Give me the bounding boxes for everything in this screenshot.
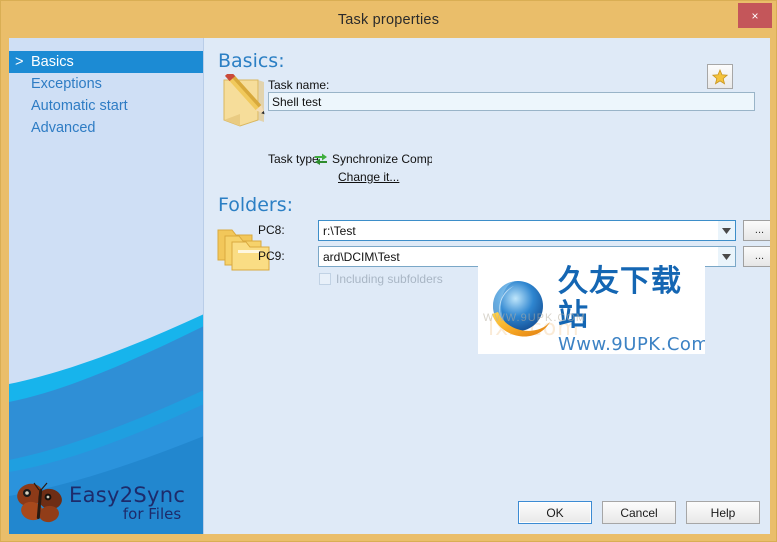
help-button[interactable]: Help: [686, 501, 760, 524]
include-subfolders-checkbox[interactable]: Including subfolders: [319, 272, 443, 286]
logo-name: Easy2Sync: [69, 482, 186, 507]
sidebar-item-label: Advanced: [31, 120, 96, 136]
sidebar-item-label: Basics: [31, 54, 74, 70]
sidebar-nav: > Basics Exceptions Automatic start Advan…: [9, 38, 203, 139]
folder-computer-label: PC8:: [258, 223, 285, 237]
star-icon: [712, 68, 728, 85]
change-task-type-link[interactable]: Change it...: [338, 170, 399, 184]
include-subfolders-label: Including subfolders: [336, 272, 443, 286]
sidebar: > Basics Exceptions Automatic start Advan…: [9, 38, 204, 534]
task-type-value: Synchronize Computer 1 (PC8: [332, 152, 432, 166]
folder-path-combobox[interactable]: [318, 220, 736, 241]
folder-path-input[interactable]: [319, 222, 718, 239]
close-icon[interactable]: ×: [738, 3, 772, 28]
notepad-pencil-icon: [223, 74, 265, 127]
task-properties-dialog: Task properties × > Basics Exceptions Au…: [0, 0, 777, 542]
folder-computer-label: PC9:: [258, 249, 285, 263]
sidebar-item-label: Automatic start: [31, 98, 128, 114]
basics-section-title: Basics:: [218, 50, 285, 72]
watermark-url-text: Www.9UPK.Com: [558, 333, 705, 355]
dialog-button-bar: OK Cancel Help: [518, 501, 760, 524]
folder-path-combobox[interactable]: [318, 246, 736, 267]
sidebar-item-automatic-start[interactable]: Automatic start: [9, 95, 203, 117]
sidebar-item-exceptions[interactable]: Exceptions: [9, 73, 203, 95]
task-name-input[interactable]: [268, 92, 755, 111]
browse-folder-button[interactable]: ...: [743, 246, 770, 267]
chevron-down-icon[interactable]: [718, 247, 735, 266]
sidebar-item-basics[interactable]: > Basics: [9, 51, 203, 73]
app-logo: Easy2Sync for Files: [9, 472, 203, 534]
logo-tagline: for Files: [122, 504, 182, 523]
butterfly-icon: [17, 482, 62, 523]
sidebar-item-label: Exceptions: [31, 76, 102, 92]
checkbox-icon: [319, 273, 331, 285]
dialog-body: > Basics Exceptions Automatic start Advan…: [9, 38, 770, 534]
watermark-side-text: WWW.9UPK.COM: [483, 312, 587, 324]
cancel-button[interactable]: Cancel: [602, 501, 676, 524]
folders-section-title: Folders:: [218, 194, 294, 216]
title-bar: Task properties ×: [1, 1, 776, 38]
chevron-down-icon[interactable]: [718, 221, 735, 240]
logo-wordmark: Easy2Sync for Files: [69, 482, 186, 523]
window-title: Task properties: [337, 11, 440, 28]
folder-path-input[interactable]: [319, 248, 718, 265]
extended-link[interactable]: Extended...: [579, 272, 640, 286]
ok-button[interactable]: OK: [518, 501, 592, 524]
watermark-faint-text: lxz.com: [488, 316, 580, 341]
favorite-star-button[interactable]: [707, 64, 733, 89]
browse-folder-button[interactable]: ...: [743, 220, 770, 241]
globe-logo-icon: [492, 281, 550, 337]
task-name-label: Task name:: [268, 78, 330, 92]
chevron-right-icon: >: [15, 54, 24, 70]
content-pane: Basics: Task name: Shell test Task type:…: [204, 38, 770, 534]
sync-arrows-icon: [315, 153, 327, 165]
examples-link[interactable]: Examples: [647, 272, 700, 286]
sidebar-item-advanced[interactable]: Advanced: [9, 117, 203, 139]
